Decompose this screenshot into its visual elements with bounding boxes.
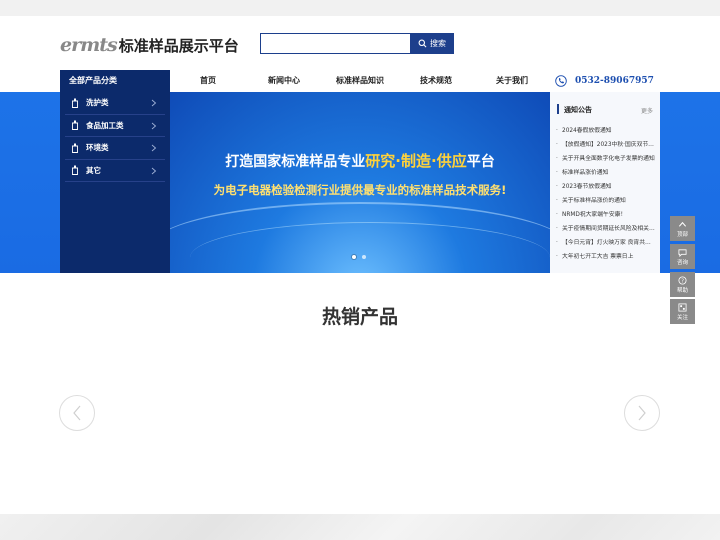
top-strip	[0, 0, 720, 16]
chevron-right-icon	[151, 122, 157, 129]
notice-item[interactable]: NRMD祝大家端午安康！	[555, 208, 656, 222]
logo-mark: ermts	[60, 34, 118, 56]
search-input[interactable]	[260, 33, 410, 54]
carousel-dots	[352, 255, 366, 259]
search-icon	[418, 39, 427, 48]
notice-item[interactable]: 关于标准样品涨价的通知	[555, 194, 656, 208]
help-button[interactable]: ? 帮助	[670, 272, 695, 297]
main-nav: 全部产品分类 首页 新闻中心 标准样品知识 技术规范 关于我们 0532-890…	[0, 70, 720, 92]
sidebar-item-label: 其它	[86, 165, 101, 175]
search-button[interactable]: 搜索	[410, 33, 454, 54]
tool-label: 关注	[676, 314, 688, 321]
sidebar-item-environment[interactable]: 环境类	[65, 137, 165, 160]
notice-item[interactable]: 关于开具全面数字化电子发票的通知	[555, 152, 656, 166]
notice-header: 通知公告 更多	[555, 100, 656, 118]
back-to-top-button[interactable]: 顶部	[670, 216, 695, 241]
nav-item-standards[interactable]: 技术规范	[420, 70, 452, 92]
phone-number: 0532-89067957	[575, 76, 654, 86]
notice-panel: 通知公告 更多 2024春假放假通知 【放假通知】2023中秋·国庆双节放假通知…	[550, 92, 660, 273]
chevron-left-icon	[73, 405, 81, 421]
chevron-right-icon	[151, 144, 157, 152]
hero-banner[interactable]: 打造国家标准样品专业研究·制造·供应平台 为电子电器检验检测行业提供最专业的标准…	[170, 92, 550, 273]
carousel-prev-button[interactable]	[59, 395, 95, 431]
notice-item[interactable]: 【今日元宵】灯火映万家 良宵共团圆	[555, 236, 656, 250]
chevron-right-icon	[151, 167, 157, 174]
tool-label: 咨询	[676, 259, 688, 266]
logo-text: 标准样品展示平台	[118, 36, 239, 55]
bottle-icon	[72, 143, 78, 153]
site-header: ermts 标准样品展示平台 搜索	[0, 16, 720, 70]
all-categories-heading[interactable]: 全部产品分类	[60, 70, 170, 92]
notice-more-link[interactable]: 更多	[641, 106, 653, 115]
carousel-dot[interactable]	[362, 255, 366, 259]
contact-phone: 0532-89067957	[555, 74, 654, 88]
sidebar-item-food[interactable]: 食品加工类	[65, 115, 165, 137]
bottle-icon	[72, 98, 78, 108]
banner-slogan: 打造国家标准样品专业研究·制造·供应平台	[170, 150, 550, 171]
site-logo[interactable]: ermts 标准样品展示平台	[60, 34, 239, 56]
category-sidebar: 洗护类 食品加工类 环境类 其它	[60, 92, 170, 273]
sidebar-item-care[interactable]: 洗护类	[65, 92, 165, 115]
nav-item-news[interactable]: 新闻中心	[268, 70, 300, 92]
notice-title: 通知公告	[564, 106, 592, 114]
sidebar-item-label: 洗护类	[86, 98, 109, 108]
svg-text:?: ?	[681, 278, 684, 284]
chevron-right-icon	[638, 405, 646, 421]
notice-item[interactable]: 关于疫情期间货期延长风险及相关说明	[555, 222, 656, 236]
notice-accent-bar	[557, 104, 559, 114]
notice-list: 2024春假放假通知 【放假通知】2023中秋·国庆双节放假通知 关于开具全面数…	[555, 124, 656, 264]
notice-item[interactable]: 2023春节放假通知	[555, 180, 656, 194]
carousel-dot[interactable]	[352, 255, 356, 259]
tool-label: 顶部	[676, 231, 688, 238]
sidebar-item-label: 食品加工类	[86, 120, 124, 130]
sidebar-item-other[interactable]: 其它	[65, 160, 165, 182]
tool-label: 帮助	[676, 287, 688, 294]
slogan-post: 平台	[466, 154, 495, 170]
footer-strip	[0, 514, 720, 540]
qrcode-icon	[678, 302, 687, 312]
hot-products-title: 热销产品	[321, 306, 398, 328]
notice-item[interactable]: 标准样品涨价通知	[555, 166, 656, 180]
chevron-right-icon	[151, 99, 157, 107]
chevron-up-icon	[678, 221, 687, 227]
notice-item[interactable]: 大年初七开工大吉 票票日上	[555, 250, 656, 264]
bottle-icon	[72, 165, 78, 176]
slogan-highlight: 研究·制造·供应	[365, 152, 467, 170]
chat-icon	[678, 248, 687, 257]
notice-item[interactable]: 【放假通知】2023中秋·国庆双节放假通知	[555, 138, 656, 152]
search-bar: 搜索	[260, 33, 454, 54]
banner-subslogan: 为电子电器检验检测行业提供最专业的标准样品技术服务!	[213, 183, 507, 197]
follow-button[interactable]: 关注	[670, 299, 695, 324]
nav-item-about[interactable]: 关于我们	[496, 70, 528, 92]
nav-item-home[interactable]: 首页	[200, 70, 216, 92]
nav-item-knowledge[interactable]: 标准样品知识	[336, 70, 384, 92]
sidebar-item-label: 环境类	[86, 143, 109, 153]
bottle-icon	[72, 120, 78, 131]
help-icon: ?	[678, 275, 687, 285]
phone-icon	[555, 75, 567, 87]
slogan-pre: 打造国家标准样品专业	[225, 154, 366, 170]
search-button-label: 搜索	[430, 39, 446, 48]
carousel-next-button[interactable]	[624, 395, 660, 431]
notice-item[interactable]: 2024春假放假通知	[555, 124, 656, 138]
consult-button[interactable]: 咨询	[670, 244, 695, 269]
